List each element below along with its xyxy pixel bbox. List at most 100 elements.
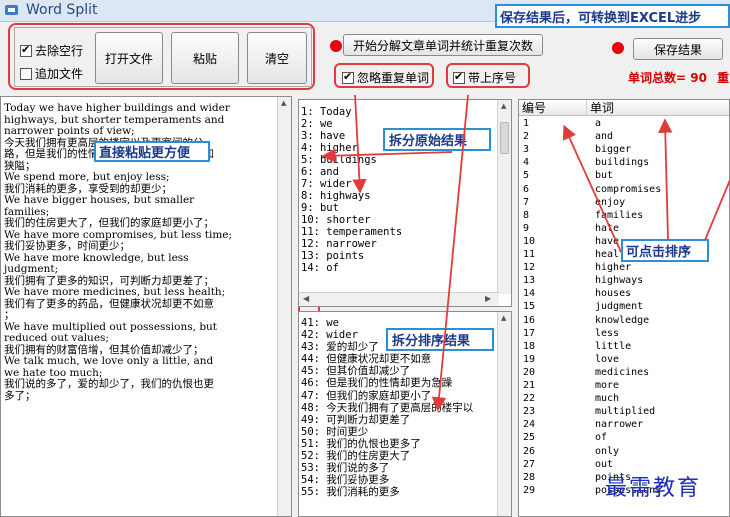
table-row[interactable]: 7 enjoy <box>519 196 729 209</box>
table-row[interactable]: 18 little <box>519 340 729 353</box>
table-row[interactable]: 24 narrower <box>519 419 729 431</box>
sorted-list-item[interactable]: 45: 但其价值却减少了 <box>301 365 473 377</box>
save-result-button[interactable]: 保存结果 <box>633 38 723 60</box>
row-number: 25 <box>523 432 536 444</box>
row-number: 6 <box>523 183 530 195</box>
word-total-label: 单词总数= 90 <box>628 71 707 85</box>
table-row[interactable]: 1a <box>519 118 729 130</box>
table-row[interactable]: 6 compromises <box>519 183 729 196</box>
sorted-list-item[interactable]: 47: 但我们的家庭却更小了 <box>301 390 473 402</box>
source-line: reduced out values; <box>4 332 109 344</box>
raw-list-item[interactable]: 11: temperaments <box>301 226 402 238</box>
table-row[interactable]: 22 much <box>519 393 729 405</box>
table-row[interactable]: 26 only <box>519 446 729 458</box>
start-split-button[interactable]: 开始分解文章单词并统计重复次数 <box>343 34 543 56</box>
table-row[interactable]: 19 love <box>519 354 729 366</box>
sorted-list-item[interactable]: 55: 我们消耗的更多 <box>301 486 473 498</box>
table-row[interactable]: 4 buildings <box>519 157 729 169</box>
raw-list-item[interactable]: 14: of <box>301 262 402 274</box>
ignore-dup-checkbox[interactable] <box>342 70 354 84</box>
table-row[interactable]: 16 knowledge <box>519 315 729 327</box>
ignore-dup-option[interactable]: 忽略重复单词 <box>342 69 429 86</box>
row-word: bigger <box>595 144 632 156</box>
sorted-list-item[interactable]: 44: 但健康状况却更不如意 <box>301 353 473 365</box>
line-no-checkbox[interactable] <box>453 70 465 84</box>
remove-blank-checkbox[interactable] <box>20 43 32 57</box>
row-word: multiplied <box>595 406 656 418</box>
open-file-button[interactable]: 打开文件 <box>95 32 163 84</box>
row-word: medicines <box>595 366 650 378</box>
sorted-list-item[interactable]: 49: 可判断力却更差了 <box>301 414 473 426</box>
raw-vscroll[interactable]: ▲ <box>497 100 511 294</box>
raw-list-item[interactable]: 1: Today <box>301 106 402 118</box>
sorted-list-item[interactable]: 50: 时间更少 <box>301 426 473 438</box>
row-word: families <box>595 209 644 221</box>
watermark-text: 最需教育 <box>605 476 702 501</box>
table-row[interactable]: 12 higher <box>519 262 729 274</box>
word-total-suffix: 重 <box>717 71 730 85</box>
table-row[interactable]: 9 hate <box>519 222 729 235</box>
row-number: 2 <box>523 131 530 143</box>
raw-list-item[interactable]: 7: wider <box>301 178 402 190</box>
table-row[interactable]: 2 and <box>519 131 729 143</box>
append-file-option[interactable]: 追加文件 <box>20 65 83 82</box>
table-row[interactable]: 20 medicines <box>519 366 729 379</box>
raw-list-item[interactable]: 10: shorter <box>301 214 402 226</box>
raw-hscroll[interactable]: ◀ ▶ <box>299 292 499 306</box>
row-number: 9 <box>523 222 530 234</box>
scroll-left-icon[interactable]: ◀ <box>303 294 309 303</box>
source-line: We have bigger houses, but smaller <box>4 194 195 206</box>
raw-scroll-thumb[interactable] <box>500 122 509 154</box>
table-row[interactable]: 25 of <box>519 432 729 444</box>
row-number: 5 <box>523 170 530 182</box>
row-word: enjoy <box>595 196 626 208</box>
table-row[interactable]: 21 more <box>519 380 729 392</box>
row-number: 12 <box>523 262 536 274</box>
table-row[interactable]: 3 bigger <box>519 144 729 156</box>
paste-tip-callout: 直接粘贴更方便 <box>94 141 210 162</box>
row-word: compromises <box>595 183 662 195</box>
scroll-right-icon[interactable]: ▶ <box>485 294 491 303</box>
append-file-checkbox[interactable] <box>20 67 32 80</box>
sorted-list-item[interactable]: 52: 我们的住房更大了 <box>301 450 473 462</box>
sorted-list-item[interactable]: 54: 我们妥协更多 <box>301 474 473 486</box>
sorted-list-item[interactable]: 51: 我们的仇恨也更多了 <box>301 438 473 450</box>
table-row[interactable]: 5 but <box>519 170 729 182</box>
app-icon <box>4 3 20 17</box>
word-table[interactable]: 编号 单词 1 a 2 and 3 bigger 4 buildings 5 but 6 compro… <box>518 99 730 517</box>
raw-list-item[interactable]: 6: and <box>301 166 402 178</box>
raw-list-item[interactable]: 13: points <box>301 250 402 262</box>
raw-list-item[interactable]: 12: narrower <box>301 238 402 250</box>
raw-list-item[interactable]: 8: highways <box>301 190 402 202</box>
table-row[interactable]: 15 judgment <box>519 301 729 313</box>
source-line: 我们妥协更多，时间更少； <box>4 240 130 252</box>
row-word: of <box>595 432 608 444</box>
table-row[interactable]: 8 families <box>519 209 729 222</box>
clear-button[interactable]: 清空 <box>247 32 307 84</box>
table-row[interactable]: 27 out <box>519 459 729 471</box>
raw-scroll-up-icon[interactable]: ▲ <box>501 102 506 110</box>
row-word: judgment <box>595 301 644 313</box>
col-header-number[interactable]: 编号 <box>519 100 587 116</box>
line-no-option[interactable]: 带上序号 <box>453 69 516 86</box>
table-row[interactable]: 17 less <box>519 328 729 340</box>
sorted-scroll-up-icon[interactable]: ▲ <box>501 314 506 322</box>
table-row[interactable]: 14 houses <box>519 288 729 300</box>
row-number: 29 <box>523 484 536 496</box>
table-row[interactable]: 23 multiplied <box>519 406 729 418</box>
remove-blank-option[interactable]: 去除空行 <box>20 42 83 59</box>
raw-list-item[interactable]: 9: but <box>301 202 402 214</box>
row-number: 10 <box>523 235 536 247</box>
row-word: have <box>595 235 620 247</box>
sorted-list-item[interactable]: 53: 我们说的多了 <box>301 462 473 474</box>
row-word: little <box>595 340 632 352</box>
source-scrollbar[interactable]: ▲ <box>277 97 291 516</box>
paste-button[interactable]: 粘贴 <box>171 32 239 84</box>
sorted-list-item[interactable]: 48: 今天我们拥有了更高层的楼宇以 <box>301 402 473 414</box>
col-header-word[interactable]: 单词 <box>587 100 729 116</box>
sorted-vscroll[interactable]: ▲ <box>497 312 511 516</box>
sorted-list-item[interactable]: 46: 但是我们的性情却更为急躁 <box>301 377 473 389</box>
raw-list-item[interactable]: 5: buildings <box>301 154 402 166</box>
table-row[interactable]: 13 highways <box>519 275 729 287</box>
scroll-up-icon[interactable]: ▲ <box>281 99 286 107</box>
